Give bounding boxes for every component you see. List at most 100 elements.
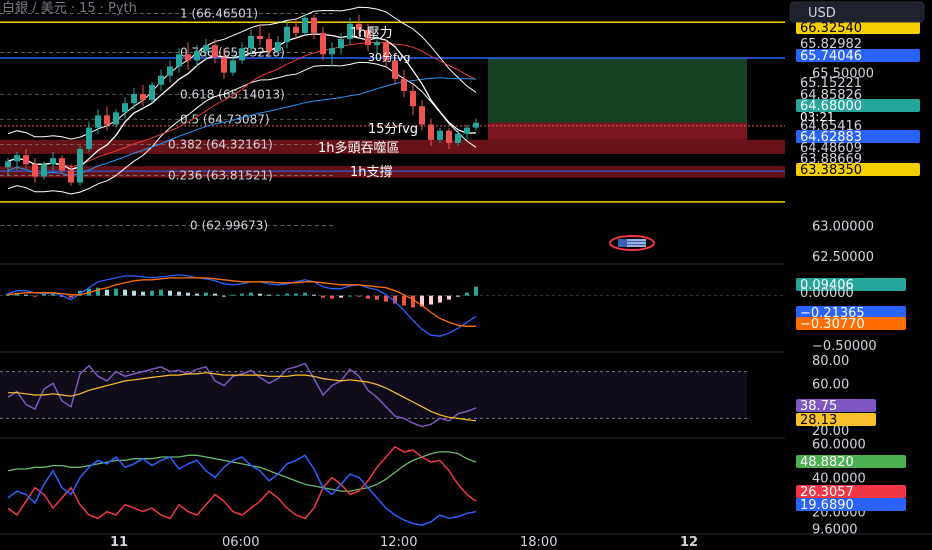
candle-body bbox=[239, 48, 245, 61]
symbol-title: 白銀 / 美元 · 15 · Pyth bbox=[2, 0, 137, 16]
currency-label: USD bbox=[808, 6, 836, 21]
candle-body bbox=[32, 164, 38, 177]
macd-histogram-bar bbox=[177, 291, 181, 296]
time-axis-tick: 06:00 bbox=[222, 535, 259, 550]
candle-body bbox=[338, 39, 344, 49]
countdown-label: 03:21 bbox=[800, 110, 835, 124]
price-label: 65.74046 bbox=[800, 49, 862, 64]
rsi-ma-value-label: 28.13 bbox=[800, 413, 837, 428]
fib-level-label: 0.5 (64.73087) bbox=[180, 113, 270, 127]
fib-level-label: 0.382 (64.32161) bbox=[168, 138, 273, 152]
fib-level-label: 0 (62.99673) bbox=[190, 219, 268, 233]
candle-body bbox=[266, 39, 272, 52]
macd-histogram-bar bbox=[204, 292, 208, 296]
chart-root: 1 (66.46501) 0.786 (65.83228) 0.618 (65.14… bbox=[0, 0, 932, 550]
candle-body bbox=[293, 26, 299, 33]
annotation-resistance-1h: 1h壓力 bbox=[350, 26, 393, 41]
macd-histogram-bar bbox=[195, 293, 199, 296]
macd-histogram-bar bbox=[456, 295, 460, 297]
dmi-value-label: 19.6890 bbox=[800, 498, 854, 513]
candle-body bbox=[23, 155, 29, 165]
candle-body bbox=[59, 158, 65, 171]
candle-body bbox=[203, 45, 209, 52]
annotation-support-1h: 1h支撐 bbox=[350, 165, 393, 180]
dmi-axis-tick: 60.0000 bbox=[812, 437, 866, 452]
candle-body bbox=[401, 78, 407, 91]
macd-histogram-bar bbox=[168, 290, 172, 296]
macd-histogram-bar bbox=[105, 289, 109, 296]
price-label: 66.32540 bbox=[800, 21, 862, 36]
candle-body bbox=[473, 122, 479, 128]
fib-level-label: 0.236 (63.81521) bbox=[168, 169, 273, 183]
macd-histogram-bar bbox=[249, 292, 253, 296]
annotation-engulfing-1h: 1h多頭吞噬區 bbox=[318, 140, 400, 156]
chart-canvas[interactable]: 1 (66.46501)0.786 (65.83228)0.618 (65.14… bbox=[0, 0, 932, 550]
macd-histogram-bar bbox=[132, 290, 136, 296]
candle-body bbox=[158, 75, 164, 85]
candle-body bbox=[446, 130, 452, 143]
dmi-axis-tick: 9.6000 bbox=[812, 523, 858, 538]
macd-histogram-bar bbox=[339, 295, 343, 298]
macd-histogram-bar bbox=[24, 294, 28, 296]
macd-histogram-bar bbox=[294, 293, 298, 296]
macd-axis-tick: −0.50000 bbox=[812, 339, 877, 354]
candle-body bbox=[86, 127, 92, 149]
candle-body bbox=[311, 17, 317, 33]
price-label: 63.38350 bbox=[800, 163, 862, 178]
macd-histogram-bar bbox=[357, 295, 361, 297]
macd-histogram-bar bbox=[240, 293, 244, 296]
candle-body bbox=[77, 148, 83, 183]
macd-histogram-bar bbox=[276, 294, 280, 296]
macd-histogram-bar bbox=[231, 294, 235, 296]
candle-body bbox=[275, 42, 281, 52]
candle-body bbox=[140, 94, 146, 101]
macd-histogram-bar bbox=[303, 292, 307, 296]
candle-body bbox=[131, 94, 137, 104]
annotation-fvg-15m: 15分fvg bbox=[368, 122, 418, 137]
macd-histogram-bar bbox=[366, 295, 370, 299]
rsi-value-label: 38.75 bbox=[800, 399, 837, 414]
candle-body bbox=[41, 164, 47, 177]
fib-level-label: 1 (66.46501) bbox=[180, 7, 258, 21]
macd-histogram-bar bbox=[321, 295, 325, 298]
candle-body bbox=[410, 90, 416, 107]
macd-histogram-bar bbox=[114, 288, 118, 296]
rsi-axis-tick: 60.00 bbox=[812, 377, 849, 392]
macd-histogram-bar bbox=[33, 295, 37, 297]
candle-body bbox=[68, 170, 74, 183]
macd-histogram-bar bbox=[150, 290, 154, 296]
candle-body bbox=[428, 124, 434, 140]
candle-body bbox=[437, 130, 443, 140]
macd-histogram-bar bbox=[438, 295, 442, 303]
macd-histogram-bar bbox=[348, 295, 352, 297]
long-position-stop-zone bbox=[488, 122, 747, 140]
candle-body bbox=[176, 54, 182, 67]
candle-body bbox=[455, 133, 461, 143]
macd-histogram-bar bbox=[123, 289, 127, 296]
candle-body bbox=[257, 35, 263, 40]
macd-histogram-bar bbox=[312, 294, 316, 296]
candle-body bbox=[221, 57, 227, 73]
macd-histogram-bar bbox=[69, 295, 73, 298]
macd-histogram-bar bbox=[222, 295, 226, 297]
macd-histogram-bar bbox=[465, 292, 469, 296]
candle-body bbox=[122, 103, 128, 113]
candle-body bbox=[185, 54, 191, 61]
macd-histogram-bar bbox=[447, 295, 451, 300]
rsi-axis-tick: 80.00 bbox=[812, 354, 849, 369]
fib-level-label: 0.618 (65.14013) bbox=[180, 88, 285, 102]
candle-body bbox=[149, 84, 155, 101]
macd-histogram-bar bbox=[411, 295, 415, 308]
macd-histogram-bar bbox=[159, 289, 163, 296]
time-axis-tick: 11 bbox=[110, 535, 128, 550]
candle-body bbox=[104, 115, 110, 125]
candle-body bbox=[194, 51, 200, 61]
candle-body bbox=[248, 35, 254, 49]
candle-body bbox=[167, 66, 173, 76]
macd-value-label: −0.30770 bbox=[800, 317, 865, 332]
macd-histogram-bar bbox=[375, 295, 379, 300]
dmi-value-label: 48.8820 bbox=[800, 455, 854, 470]
candle-body bbox=[419, 106, 425, 125]
price-axis-tick: 63.00000 bbox=[812, 219, 874, 234]
macd-histogram-bar bbox=[330, 295, 334, 299]
